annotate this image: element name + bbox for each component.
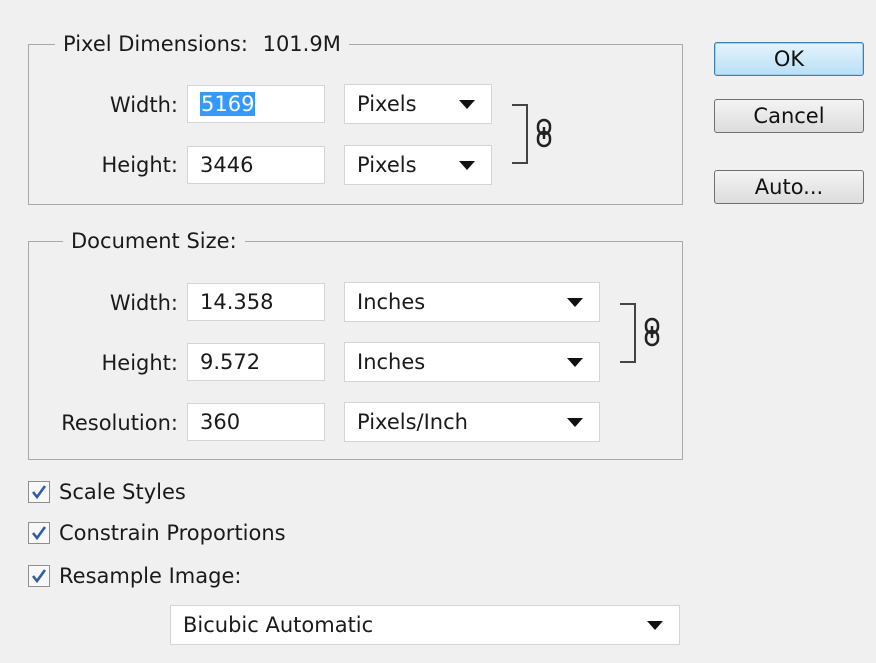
pixel-width-value: 5169	[200, 92, 256, 116]
pixel-height-unit: Pixels	[357, 153, 417, 177]
doc-width-unit-select[interactable]: Inches	[344, 282, 600, 322]
chevron-down-icon	[459, 160, 475, 170]
pixel-dimensions-title: Pixel Dimensions: 101.9M	[55, 31, 349, 57]
doc-width-input[interactable]: 14.358	[187, 283, 325, 321]
checkmark-icon	[31, 485, 47, 500]
pixel-height-label: Height:	[101, 153, 179, 177]
pixel-dimensions-label: Pixel Dimensions:	[63, 32, 248, 56]
pixel-dimensions-size: 101.9M	[262, 32, 341, 56]
document-size-title: Document Size:	[63, 228, 245, 254]
checkmark-icon	[31, 569, 47, 584]
doc-height-unit-select[interactable]: Inches	[344, 342, 600, 382]
pixel-width-unit-select[interactable]: Pixels	[344, 84, 492, 124]
checkmark-icon	[31, 526, 47, 541]
chevron-down-icon	[567, 357, 583, 367]
resolution-input[interactable]: 360	[187, 403, 325, 441]
pixel-height-value: 3446	[200, 153, 254, 177]
document-constrain-bracket	[620, 303, 636, 363]
resample-image-checkbox[interactable]	[28, 565, 50, 587]
pixel-constrain-bracket	[512, 104, 528, 164]
pixel-width-input[interactable]: 5169	[187, 85, 325, 123]
pixel-width-unit: Pixels	[357, 92, 417, 116]
scale-styles-option[interactable]: Scale Styles	[28, 477, 186, 507]
doc-height-label: Height:	[101, 351, 179, 375]
resolution-label: Resolution:	[61, 411, 178, 435]
resample-method: Bicubic Automatic	[183, 613, 374, 637]
constrain-proportions-label: Constrain Proportions	[59, 521, 286, 545]
chevron-down-icon	[459, 99, 475, 109]
resample-image-option[interactable]: Resample Image:	[28, 561, 241, 591]
ok-button[interactable]: OK	[714, 42, 864, 76]
pixel-width-label: Width:	[109, 93, 178, 117]
chevron-down-icon	[647, 620, 663, 630]
doc-width-unit: Inches	[357, 290, 426, 314]
scale-styles-checkbox[interactable]	[28, 481, 50, 503]
pixel-height-input[interactable]: 3446	[187, 146, 325, 184]
resolution-value: 360	[200, 410, 241, 434]
chain-link-icon	[644, 317, 660, 347]
chevron-down-icon	[567, 417, 583, 427]
auto-button[interactable]: Auto...	[714, 170, 864, 204]
scale-styles-label: Scale Styles	[59, 480, 186, 504]
doc-width-label: Width:	[109, 291, 178, 315]
doc-width-value: 14.358	[200, 290, 274, 314]
doc-height-value: 9.572	[200, 350, 261, 374]
resample-image-label: Resample Image:	[59, 564, 242, 588]
doc-height-unit: Inches	[357, 350, 426, 374]
pixel-height-unit-select[interactable]: Pixels	[344, 145, 492, 185]
cancel-button[interactable]: Cancel	[714, 99, 864, 133]
chain-link-icon	[536, 118, 552, 148]
resolution-unit: Pixels/Inch	[357, 410, 468, 434]
chevron-down-icon	[567, 297, 583, 307]
constrain-proportions-option[interactable]: Constrain Proportions	[28, 518, 286, 548]
resample-method-select[interactable]: Bicubic Automatic	[170, 605, 680, 645]
constrain-proportions-checkbox[interactable]	[28, 522, 50, 544]
doc-height-input[interactable]: 9.572	[187, 343, 325, 381]
resolution-unit-select[interactable]: Pixels/Inch	[344, 402, 600, 442]
